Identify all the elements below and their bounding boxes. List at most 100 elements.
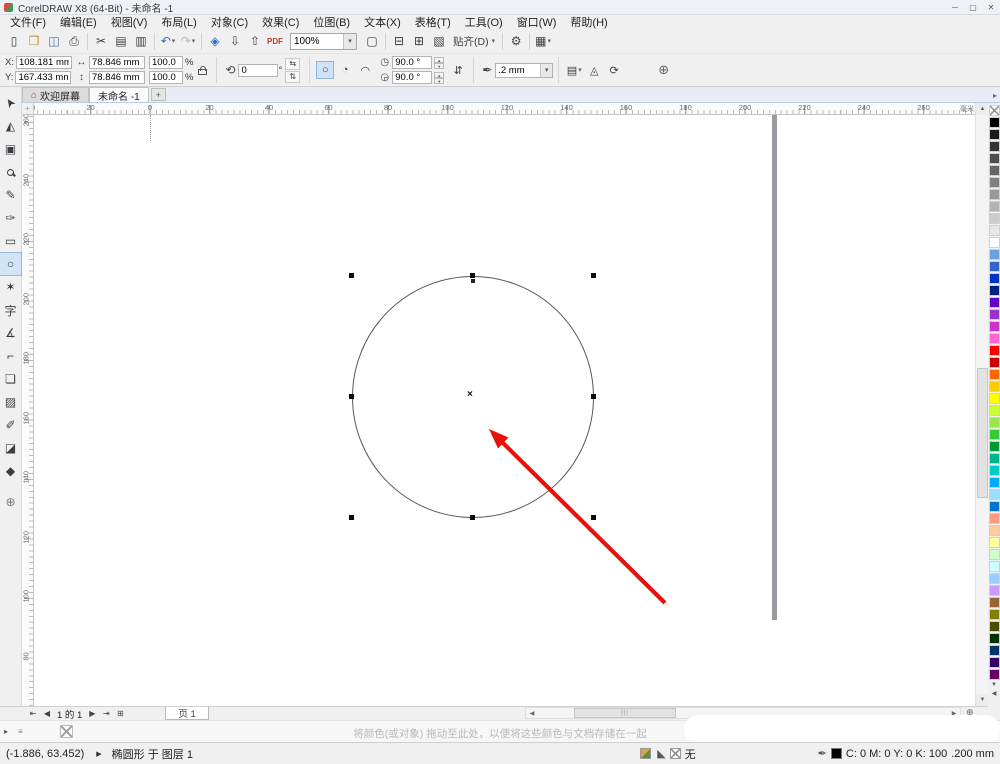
palette-swatch[interactable] <box>988 537 1000 548</box>
palette-swatch[interactable] <box>988 417 1000 428</box>
palette-swatch[interactable] <box>988 429 1000 440</box>
selection-handle[interactable] <box>470 515 475 520</box>
arc-mode-button[interactable]: ◠ <box>356 61 374 79</box>
palette-flyout-icon[interactable]: ◀ <box>992 690 997 699</box>
shape-tool[interactable]: ◭ <box>0 115 21 137</box>
color-proof-icon[interactable] <box>640 748 652 759</box>
app-launcher-button[interactable]: ▦ ▾ <box>533 31 553 51</box>
palette-scroll-down-icon[interactable]: ▼ <box>991 681 997 690</box>
sync-properties-button[interactable]: ⟳ <box>605 61 623 79</box>
selection-handle[interactable] <box>349 515 354 520</box>
palette-swatch[interactable] <box>988 609 1000 620</box>
search-content-button[interactable]: ◈ <box>205 31 225 51</box>
menu-item-layout[interactable]: 布局(L) <box>154 14 203 30</box>
palette-swatch[interactable] <box>988 549 1000 560</box>
palette-swatch[interactable] <box>988 153 1000 164</box>
palette-swatch[interactable] <box>988 321 1000 332</box>
palette-swatch[interactable] <box>988 129 1000 140</box>
transparency-tool[interactable]: ▨ <box>0 391 21 413</box>
palette-swatch[interactable] <box>988 201 1000 212</box>
mirror-vertical-button[interactable]: ⇅ <box>285 70 301 83</box>
rectangle-tool[interactable]: ▭ <box>0 230 21 252</box>
palette-swatch[interactable] <box>988 189 1000 200</box>
horizontal-ruler[interactable]: 毫米 4020020406080100120140160180200220240… <box>34 103 975 115</box>
selection-handle[interactable] <box>349 273 354 278</box>
chevron-down-icon[interactable]: ▾ <box>540 63 553 77</box>
palette-swatch[interactable] <box>988 477 1000 488</box>
palette-swatch[interactable] <box>988 633 1000 644</box>
menu-item-table[interactable]: 表格(T) <box>408 14 458 30</box>
palette-swatch[interactable] <box>988 285 1000 296</box>
selection-handle[interactable] <box>591 273 596 278</box>
ellipse-mode-button[interactable]: ○ <box>316 61 335 79</box>
pick-tool[interactable]: ➤ <box>0 92 21 114</box>
outline-status[interactable]: ✒ C: 0 M: 0 Y: 0 K: 100 .200 mm <box>818 747 994 761</box>
change-direction-button[interactable]: ⇵ <box>449 61 467 79</box>
vertical-scroll-thumb[interactable] <box>977 368 988 498</box>
menu-item-tools[interactable]: 工具(O) <box>458 14 510 30</box>
palette-swatch[interactable] <box>988 585 1000 596</box>
redo-button[interactable]: ↷ ▾ <box>178 31 198 51</box>
palette-swatch-none[interactable] <box>988 105 1000 116</box>
freehand-tool[interactable]: ✎ <box>0 184 21 206</box>
tab-doc1[interactable]: 未命名 -1 <box>89 87 149 103</box>
menu-item-help[interactable]: 帮助(H) <box>563 14 614 30</box>
menu-item-object[interactable]: 对象(C) <box>204 14 255 30</box>
minimize-button[interactable]: ─ <box>946 0 964 14</box>
palette-swatch[interactable] <box>988 117 1000 128</box>
page-tab[interactable]: 页 1 <box>165 707 209 720</box>
quick-customize-button[interactable]: ⊕ <box>658 62 669 78</box>
palette-swatch[interactable] <box>988 345 1000 356</box>
print-button[interactable]: ⎙ <box>64 31 84 51</box>
zoom-tool[interactable] <box>0 161 21 183</box>
artistic-media-tool[interactable]: ✑ <box>0 207 21 229</box>
menu-item-edit[interactable]: 编辑(E) <box>53 14 104 30</box>
full-screen-preview-button[interactable]: ▢ <box>362 31 382 51</box>
palette-swatch[interactable] <box>988 669 1000 680</box>
outline-width-select[interactable]: ▾ <box>495 62 554 78</box>
end-angle-input[interactable] <box>392 71 433 84</box>
mirror-horizontal-button[interactable]: ⇆ <box>285 57 301 70</box>
canvas[interactable]: × <box>34 115 975 706</box>
object-x-input[interactable] <box>15 56 72 69</box>
zoom-level-combo[interactable]: ▾ <box>290 32 357 50</box>
palette-swatch[interactable] <box>988 369 1000 380</box>
import-button[interactable]: ⇩ <box>225 31 245 51</box>
palette-swatch[interactable] <box>988 249 1000 260</box>
palette-swatch[interactable] <box>988 273 1000 284</box>
add-page-button[interactable]: ⊞ <box>113 709 127 718</box>
vertical-scrollbar[interactable]: ▲ ▼ <box>975 103 989 706</box>
new-document-tab-button[interactable]: + <box>150 88 166 101</box>
color-eyedropper-tool[interactable]: ✐ <box>0 414 21 436</box>
palette-swatch[interactable] <box>988 513 1000 524</box>
palette-swatch[interactable] <box>988 393 1000 404</box>
first-page-button[interactable]: ⇤ <box>26 709 40 718</box>
menu-item-view[interactable]: 视图(V) <box>104 14 155 30</box>
object-height-input[interactable] <box>88 71 145 84</box>
palette-swatch[interactable] <box>988 213 1000 224</box>
undo-button[interactable]: ↶ ▾ <box>158 31 178 51</box>
horizontal-scroll-thumb[interactable]: ||| <box>574 708 676 718</box>
palette-swatch[interactable] <box>988 177 1000 188</box>
ellipse-node-marker[interactable] <box>471 279 475 283</box>
zoom-level-input[interactable] <box>291 35 343 47</box>
palette-swatch[interactable] <box>988 309 1000 320</box>
status-flyout-icon[interactable]: ▶ <box>96 750 101 758</box>
open-document-button[interactable]: ❐ <box>24 31 44 51</box>
object-width-input[interactable] <box>88 56 145 69</box>
new-document-button[interactable]: ▯ <box>4 31 24 51</box>
convert-to-curve-button[interactable]: ◬ <box>585 61 603 79</box>
show-guidelines-button[interactable]: ▧ <box>429 31 449 51</box>
palette-swatch[interactable] <box>988 441 1000 452</box>
connector-tool[interactable]: ⌐ <box>0 345 21 367</box>
selection-handle[interactable] <box>591 515 596 520</box>
publish-pdf-button[interactable]: PDF <box>265 31 285 51</box>
palette-swatch[interactable] <box>988 237 1000 248</box>
object-y-input[interactable] <box>15 71 72 84</box>
palette-swatch[interactable] <box>988 621 1000 632</box>
end-angle-spinner[interactable]: ▲ ▼ <box>434 71 445 84</box>
object-center-marker[interactable]: × <box>467 389 473 400</box>
start-angle-input[interactable] <box>392 56 433 69</box>
close-button[interactable]: ✕ <box>982 0 1000 14</box>
palette-swatch[interactable] <box>988 573 1000 584</box>
